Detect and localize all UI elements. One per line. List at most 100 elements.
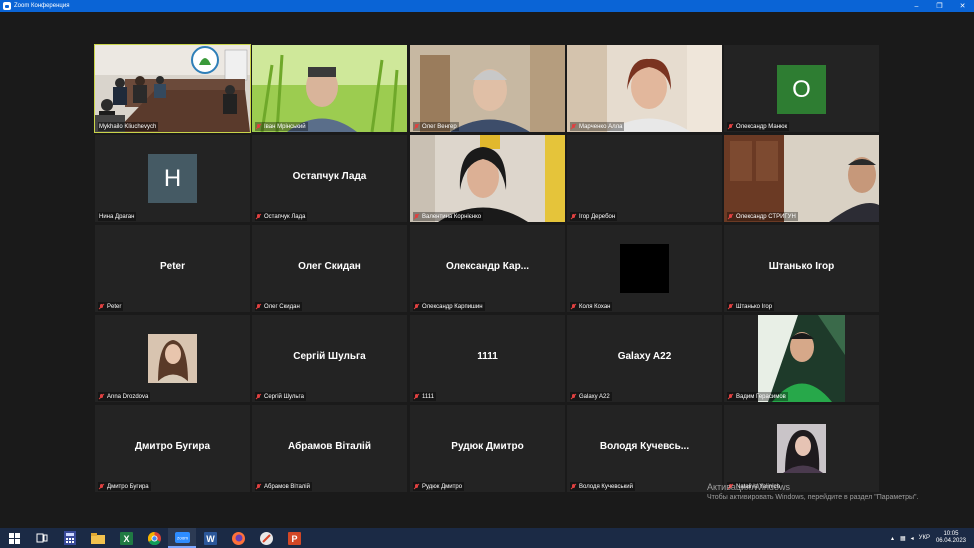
maximize-button[interactable]: ❐	[928, 0, 951, 12]
participant-tile[interactable]: Mykhailo Kliuchevych	[94, 44, 251, 133]
participant-name-label: Остапчук Лада	[255, 212, 308, 221]
participant-tile[interactable]: Дмитро Бугира Дмитро Бугира	[95, 405, 250, 492]
muted-mic-icon	[414, 213, 419, 220]
participant-display-name: Сергій Шульга	[293, 351, 366, 362]
chevron-up-icon[interactable]: ▴	[891, 535, 894, 542]
svg-text:W: W	[206, 534, 215, 544]
participant-name-label: Іван Мрінський	[255, 122, 308, 131]
participant-tile[interactable]: Коля Кохан	[567, 225, 722, 312]
muted-mic-icon	[571, 303, 576, 310]
muted-mic-icon	[99, 393, 104, 400]
participant-tile[interactable]: Олег Скидан Олег Скидан	[252, 225, 407, 312]
muted-mic-icon	[571, 123, 576, 130]
participant-tile[interactable]: Nataliya Yalinich	[724, 405, 879, 492]
network-icon[interactable]: ▦	[900, 535, 906, 542]
minimize-button[interactable]: –	[905, 0, 928, 12]
calculator-icon[interactable]	[56, 528, 84, 548]
participant-display-name: Володя Кучевсь...	[599, 441, 690, 452]
gallery-view: Mykhailo Kliuchevych Іван Мрінський Олег…	[0, 12, 974, 528]
participant-name-label: Дмитро Бугира	[98, 482, 151, 491]
profile-picture-black	[620, 244, 669, 293]
participant-name-label: Марченко Алла	[570, 122, 625, 131]
participant-name-label: Galaxy A22	[570, 392, 612, 401]
participant-display-name: Дмитро Бугира	[134, 441, 211, 452]
participant-tile[interactable]: Володя Кучевсь... Володя Кучевський	[567, 405, 722, 492]
participant-display-name: 1111	[477, 351, 498, 362]
participant-tile[interactable]: Сергій Шульга Сергій Шульга	[252, 315, 407, 402]
muted-mic-icon	[99, 483, 104, 490]
participant-name-label: Peter	[98, 302, 124, 311]
participant-tile[interactable]: Абрамов Віталій Абрамов Віталій	[252, 405, 407, 492]
system-tray: ▴ ▦ ◂ УКР 10:05 06.04.2023	[891, 528, 974, 548]
participant-tile[interactable]: Остапчук Лада Остапчук Лада	[252, 135, 407, 222]
firefox-icon[interactable]	[224, 528, 252, 548]
participant-name-label: Олег Скидан	[255, 302, 302, 311]
participant-tile[interactable]: Н Нина Драган	[95, 135, 250, 222]
task-view-icon[interactable]	[28, 528, 56, 548]
close-button[interactable]: ✕	[951, 0, 974, 12]
muted-mic-icon	[414, 393, 419, 400]
participant-tile[interactable]: Galaxy A22 Galaxy A22	[567, 315, 722, 402]
watermark-text: Чтобы активировать Windows, перейдите в …	[707, 494, 919, 501]
muted-mic-icon	[728, 123, 733, 130]
participant-display-name: Рудюк Дмитро	[451, 441, 524, 452]
participant-tile[interactable]: О Олександр Манюк	[724, 45, 879, 132]
participant-name-label: Штанько Ігор	[727, 302, 775, 311]
participant-name-label: Коля Кохан	[570, 302, 613, 311]
muted-mic-icon	[571, 483, 576, 490]
windows-activation-watermark: Активация Windows Чтобы активировать Win…	[707, 482, 918, 501]
file-explorer-icon[interactable]	[84, 528, 112, 548]
participant-tile[interactable]: Ігор Деребон	[567, 135, 722, 222]
video-feed-meeting-room	[95, 45, 250, 132]
avatar: Н	[148, 154, 197, 203]
windows-taskbar: X zoom W P ▴ ▦ ◂ УКР 10:05 06.04.2023	[0, 528, 974, 548]
profile-picture-woman	[148, 334, 197, 383]
word-icon[interactable]: W	[196, 528, 224, 548]
avatar: О	[777, 65, 826, 114]
muted-mic-icon	[414, 483, 419, 490]
language-indicator[interactable]: УКР	[919, 535, 930, 541]
participant-display-name: Штанько Ігор	[768, 261, 835, 272]
participant-name-label: Абрамов Віталій	[255, 482, 312, 491]
excel-icon[interactable]: X	[112, 528, 140, 548]
participant-name-label: Олександр Карпишин	[413, 302, 485, 311]
participant-name-label: Валентина Корнієнко	[413, 212, 484, 221]
muted-mic-icon	[256, 303, 261, 310]
participant-tile[interactable]: Рудюк Дмитро Рудюк Дмитро	[410, 405, 565, 492]
video-feed-man-green-hoodie	[758, 315, 845, 402]
muted-mic-icon	[728, 213, 733, 220]
zoom-icon[interactable]: zoom	[168, 528, 196, 548]
svg-text:P: P	[291, 534, 297, 544]
participant-tile[interactable]: Марченко Алла	[567, 45, 722, 132]
muted-mic-icon	[571, 213, 576, 220]
participant-display-name: Остапчук Лада	[292, 171, 367, 182]
start-icon[interactable]	[0, 528, 28, 548]
video-feed-woman-flag	[410, 135, 565, 222]
participant-tile[interactable]: 1111 1111	[410, 315, 565, 402]
participant-tile[interactable]: Штанько Ігор Штанько Ігор	[724, 225, 879, 312]
app-icon[interactable]	[252, 528, 280, 548]
participant-tile[interactable]: Олександр Кар... Олександр Карпишин	[410, 225, 565, 312]
participant-tile[interactable]: Олег Венгер	[410, 45, 565, 132]
participant-name-label: 1111	[413, 392, 437, 401]
participant-tile[interactable]: Anna Drozdova	[95, 315, 250, 402]
clock[interactable]: 10:05 06.04.2023	[936, 531, 966, 545]
participant-display-name: Peter	[159, 261, 185, 272]
volume-icon[interactable]: ◂	[911, 535, 914, 542]
participant-display-name: Олег Скидан	[298, 261, 361, 272]
window-title: Zoom Конференция	[14, 3, 70, 9]
svg-text:zoom: zoom	[176, 535, 187, 540]
muted-mic-icon	[99, 303, 104, 310]
muted-mic-icon	[571, 393, 576, 400]
participant-tile[interactable]: Олександр СТРИГУН	[724, 135, 879, 222]
participant-name-label: Рудюк Дмитро	[413, 482, 465, 491]
participant-tile[interactable]: Іван Мрінський	[252, 45, 407, 132]
participant-tile[interactable]: Вадим Герасимов	[724, 315, 879, 402]
participant-tile[interactable]: Валентина Корнієнко	[410, 135, 565, 222]
participant-display-name: Абрамов Віталій	[288, 441, 371, 452]
powerpoint-icon[interactable]: P	[280, 528, 308, 548]
participant-tile[interactable]: Peter Peter	[95, 225, 250, 312]
participant-name-label: Олександр Манюк	[727, 122, 790, 131]
participant-name-label: Володя Кучевський	[570, 482, 635, 491]
chrome-icon[interactable]	[140, 528, 168, 548]
